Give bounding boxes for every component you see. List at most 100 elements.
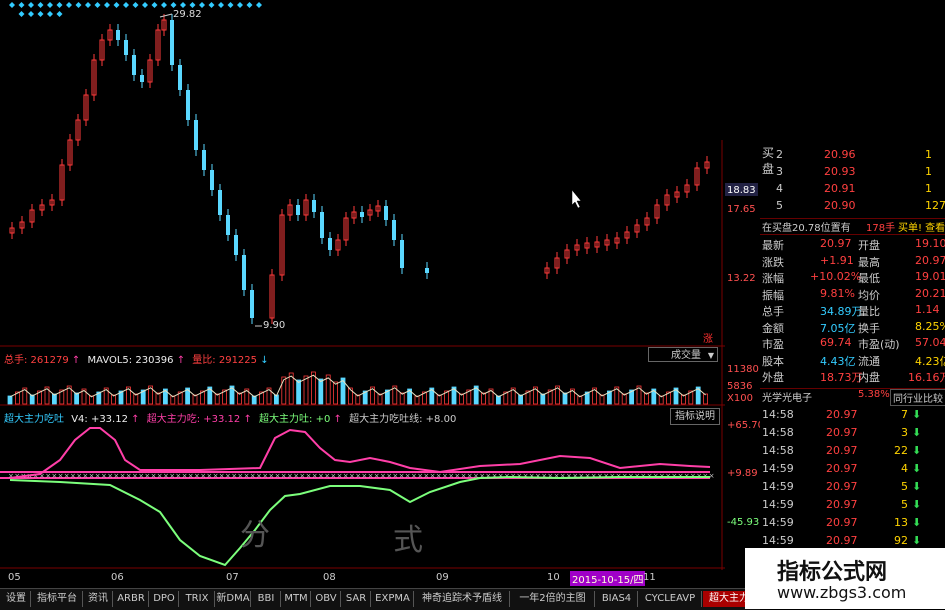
indicator-legend: 超大主力吃吐 V4: +33.12 ↑ 超大主力吃: +33.12 ↑ 超大主力… — [4, 414, 457, 425]
signal-diamond-icon — [28, 11, 34, 17]
info-link[interactable]: 买单! 查看详细 — [898, 219, 945, 234]
high-marker-line — [159, 13, 173, 18]
indicator-tab[interactable]: EXPMA — [372, 591, 414, 607]
bid-row[interactable]: 4 20.91 1 — [760, 182, 945, 197]
tick-volume: 92 — [894, 534, 908, 547]
x-marker: × — [225, 472, 231, 480]
indicator-tab[interactable]: 新DMA — [216, 591, 251, 607]
indicator-tab[interactable]: CYCLEAVP — [639, 591, 702, 607]
bid-row[interactable]: 5 20.90 127 — [760, 199, 945, 214]
order-info-bar[interactable]: 在买盘20.78位置有 178手 买单! 查看详细 — [760, 218, 945, 235]
x-marker: × — [374, 472, 380, 480]
indicator-tab[interactable]: 设置 — [2, 591, 31, 607]
bid-volume: 1 — [925, 165, 932, 178]
tick-time: 14:58 — [762, 426, 794, 439]
signal-diamond-icon — [123, 2, 129, 8]
indicator-tab[interactable]: MTM — [282, 591, 311, 607]
tick-volume: 3 — [901, 426, 908, 439]
bid-row[interactable]: 3 20.93 1 — [760, 165, 945, 180]
indicator-tab[interactable]: ARBR — [114, 591, 149, 607]
candle-body-down — [210, 170, 214, 190]
x-marker: × — [436, 472, 442, 480]
peer-compare-button[interactable]: 同行业比较 — [890, 389, 945, 406]
indicator-tab[interactable]: 资讯 — [84, 591, 113, 607]
volume-bar — [303, 375, 309, 405]
sector-row[interactable]: 光学光电子 5.38% 同行业比较 — [760, 388, 945, 406]
x-marker: × — [597, 472, 603, 480]
time-axis-label: 09 — [436, 572, 449, 583]
arrow-down-icon: ⬇ — [912, 426, 922, 439]
quote-value: 7.05亿 — [820, 321, 856, 335]
bid-volume: 1 — [925, 148, 932, 161]
volume-bar — [703, 393, 708, 405]
quote-row: 外盘 18.73万内盘 16.16万 — [760, 369, 945, 384]
signal-diamond-icon — [47, 2, 53, 8]
x-marker: × — [523, 472, 529, 480]
quote-label: 股本 — [762, 354, 784, 368]
time-axis-label: 08 — [323, 572, 336, 583]
sector-change: 5.38% — [858, 389, 890, 400]
volume-bar — [296, 379, 302, 405]
x-marker: × — [510, 472, 516, 480]
date-cursor-label: 2015-10-15/四 — [570, 571, 646, 586]
indicator-tab[interactable]: OBV — [312, 591, 341, 607]
quote-value: 4.23亿 — [915, 354, 945, 368]
dropdown-label: 成交量 — [671, 350, 701, 361]
x-marker: × — [361, 472, 367, 480]
tick-price: 20.97 — [826, 534, 858, 547]
x-marker: × — [287, 472, 293, 480]
quote-value: 1.14 — [915, 303, 940, 316]
x-marker: × — [58, 472, 64, 480]
volume-ma5: MAVOL5: 230396 — [87, 355, 174, 366]
indicator-tab[interactable]: TRIX — [180, 591, 215, 607]
indicator-tab[interactable]: SAR — [342, 591, 371, 607]
quote-label: 市盈 — [762, 338, 784, 351]
candle-body-down — [384, 206, 388, 220]
chevron-down-icon: ▼ — [707, 351, 714, 360]
x-marker: × — [690, 472, 696, 480]
x-marker: × — [299, 472, 305, 480]
quote-label: 振幅 — [762, 288, 784, 302]
x-marker: × — [151, 472, 157, 480]
tick-row: 14:58 20.97 3 ⬇ — [760, 426, 945, 441]
quote-row: 涨跌 +1.91 最高 20.97 — [760, 254, 945, 269]
indicator-tab[interactable]: BBI — [252, 591, 281, 607]
x-marker: × — [70, 472, 76, 480]
x-marker: × — [653, 472, 659, 480]
candle-body-down — [250, 290, 254, 318]
time-axis-label: 07 — [226, 572, 239, 583]
x-marker: × — [411, 472, 417, 480]
tick-row: 14:59 20.97 92 ⬇ — [760, 534, 945, 549]
tick-volume: 7 — [901, 408, 908, 421]
x-marker: × — [64, 472, 70, 480]
tick-volume: 22 — [894, 444, 908, 457]
x-marker: × — [659, 472, 665, 480]
x-marker: × — [386, 472, 392, 480]
indicator-tab[interactable]: 神奇追踪术予盾线 — [415, 591, 510, 607]
indicator-tab[interactable]: 指标平台 — [32, 591, 83, 607]
signal-diamond-row — [9, 2, 262, 17]
tick-time: 14:59 — [762, 534, 794, 547]
bid-row[interactable]: 2 20.96 1 — [760, 148, 945, 163]
watermark-url: www.zbgs3.com — [777, 583, 907, 602]
indicator-tab[interactable]: DPO — [150, 591, 179, 607]
signal-diamond-icon — [113, 2, 120, 8]
x-marker: × — [603, 472, 609, 480]
x-marker: × — [616, 472, 622, 480]
indicator-tab[interactable]: 一年2倍的主图 — [511, 591, 595, 607]
x-marker: × — [392, 472, 398, 480]
volume-indicator-dropdown[interactable]: 成交量 ▼ — [648, 347, 718, 362]
signal-diamond-icon — [47, 11, 53, 17]
x-marker: × — [132, 472, 138, 480]
time-axis-label: 11 — [643, 572, 656, 583]
indicator-help-button[interactable]: 指标说明 — [670, 408, 720, 425]
quote-value: 20.97 — [915, 253, 945, 267]
x-marker: × — [268, 472, 274, 480]
quote-label: 最新 — [762, 239, 784, 252]
info-volume: 178手 — [866, 223, 896, 234]
x-marker: × — [678, 472, 684, 480]
quote-label: 流通 — [858, 354, 880, 368]
indicator-axis-label: -45.93 — [727, 517, 760, 528]
indicator-tab[interactable]: BIAS4 — [596, 591, 638, 607]
quote-row: 涨幅 +10.02% 最低 19.01 — [760, 270, 945, 285]
